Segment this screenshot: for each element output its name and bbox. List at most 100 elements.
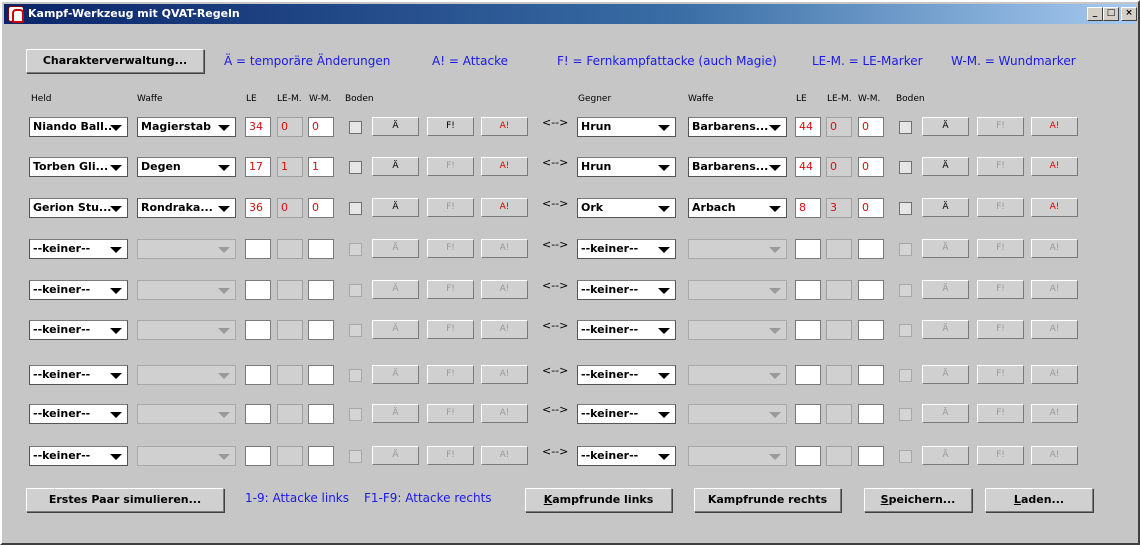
enemy-select[interactable]: --keiner-- xyxy=(577,320,676,340)
hero-wound-marker-field[interactable]: 0 xyxy=(308,117,334,137)
hero-boden-checkbox[interactable] xyxy=(349,121,362,134)
hero-select[interactable]: --keiner-- xyxy=(29,239,128,259)
hero-weapon-select[interactable]: Degen xyxy=(137,157,236,177)
hero-le-field[interactable] xyxy=(245,320,271,340)
enemy-select[interactable]: --keiner-- xyxy=(577,404,676,424)
enemy-le-field[interactable] xyxy=(795,320,821,340)
enemy-attack-button[interactable]: A! xyxy=(1031,198,1078,217)
legend-le-marker: LE-M. = LE-Marker xyxy=(812,54,923,68)
enemy-le-field[interactable] xyxy=(795,446,821,466)
hero-weapon-select[interactable]: Rondraka... xyxy=(137,198,236,218)
enemy-select[interactable]: Hrun xyxy=(577,157,676,177)
enemy-change-button[interactable]: Ä xyxy=(922,157,969,176)
hero-le-field[interactable] xyxy=(245,280,271,300)
hero-le-field[interactable]: 17 xyxy=(245,157,271,177)
chevron-down-icon xyxy=(658,165,670,171)
enemy-wound-marker-field[interactable]: 0 xyxy=(858,117,884,137)
enemy-weapon-select[interactable]: Barbarens... xyxy=(688,117,787,137)
hero-le-field[interactable] xyxy=(245,239,271,259)
combat-round-right-button[interactable]: Kampfrunde rechts xyxy=(694,488,841,512)
hero-select[interactable]: Niando Ball... xyxy=(29,117,128,137)
enemy-weapon-select[interactable]: Arbach xyxy=(688,198,787,218)
hero-select[interactable]: Gerion Stu... xyxy=(29,198,128,218)
hero-select[interactable]: --keiner-- xyxy=(29,404,128,424)
load-button[interactable]: Laden... xyxy=(985,488,1093,512)
enemy-le-field[interactable]: 44 xyxy=(795,117,821,137)
hero-attack-button[interactable]: A! xyxy=(481,157,528,176)
hero-weapon-select-value: Magierstab xyxy=(141,120,212,133)
hero-le-field[interactable]: 34 xyxy=(245,117,271,137)
enemy-select[interactable]: Ork xyxy=(577,198,676,218)
enemy-select[interactable]: --keiner-- xyxy=(577,280,676,300)
header-w-m-enemy: W-M. xyxy=(858,94,881,104)
enemy-le-field[interactable]: 44 xyxy=(795,157,821,177)
maximize-button[interactable]: □ xyxy=(1103,7,1119,21)
enemy-weapon-select xyxy=(688,239,787,259)
enemy-wound-marker-field[interactable] xyxy=(858,280,884,300)
enemy-change-button[interactable]: Ä xyxy=(922,117,969,136)
enemy-select[interactable]: --keiner-- xyxy=(577,446,676,466)
enemy-boden-checkbox[interactable] xyxy=(899,161,912,174)
enemy-le-field[interactable] xyxy=(795,280,821,300)
header-le: LE xyxy=(246,94,257,104)
enemy-select[interactable]: Hrun xyxy=(577,117,676,137)
hero-wound-marker-field[interactable] xyxy=(308,280,334,300)
hero-wound-marker-field[interactable]: 1 xyxy=(308,157,334,177)
enemy-select[interactable]: --keiner-- xyxy=(577,365,676,385)
hero-wound-marker-field[interactable] xyxy=(308,404,334,424)
enemy-le-field[interactable]: 8 xyxy=(795,198,821,218)
enemy-wound-marker-field[interactable] xyxy=(858,365,884,385)
hero-boden-checkbox[interactable] xyxy=(349,202,362,215)
hero-select[interactable]: Torben Gli... xyxy=(29,157,128,177)
enemy-wound-marker-field[interactable] xyxy=(858,239,884,259)
enemy-weapon-select[interactable]: Barbarens... xyxy=(688,157,787,177)
hero-change-button[interactable]: Ä xyxy=(372,198,419,217)
hero-select[interactable]: --keiner-- xyxy=(29,446,128,466)
hero-select[interactable]: --keiner-- xyxy=(29,320,128,340)
enemy-select[interactable]: --keiner-- xyxy=(577,239,676,259)
hero-le-field[interactable]: 36 xyxy=(245,198,271,218)
simulate-first-pair-button[interactable]: Erstes Paar simulieren... xyxy=(26,488,224,512)
title-bar[interactable]: Kampf-Werkzeug mit QVAT-Regeln _ □ × xyxy=(4,4,1137,24)
enemy-boden-checkbox[interactable] xyxy=(899,121,912,134)
hero-wound-marker-field[interactable] xyxy=(308,365,334,385)
hero-weapon-select[interactable]: Magierstab xyxy=(137,117,236,137)
hero-weapon-select xyxy=(137,239,236,259)
hero-le-field[interactable] xyxy=(245,365,271,385)
enemy-le-field[interactable] xyxy=(795,239,821,259)
hero-wound-marker-field[interactable]: 0 xyxy=(308,198,334,218)
enemy-le-field[interactable] xyxy=(795,365,821,385)
hero-attack-button[interactable]: A! xyxy=(481,117,528,136)
hero-select[interactable]: --keiner-- xyxy=(29,365,128,385)
enemy-change-button[interactable]: Ä xyxy=(922,198,969,217)
enemy-wound-marker-field[interactable] xyxy=(858,404,884,424)
character-management-button[interactable]: Charakterverwaltung... xyxy=(26,49,204,73)
enemy-wound-marker-field[interactable] xyxy=(858,320,884,340)
hero-boden-checkbox[interactable] xyxy=(349,161,362,174)
close-button[interactable]: × xyxy=(1121,7,1137,21)
enemy-attack-button[interactable]: A! xyxy=(1031,117,1078,136)
hero-attack-button[interactable]: A! xyxy=(481,198,528,217)
hero-change-button[interactable]: Ä xyxy=(372,157,419,176)
hero-wound-marker-field[interactable] xyxy=(308,446,334,466)
enemy-le-field[interactable] xyxy=(795,404,821,424)
enemy-wound-marker-field[interactable] xyxy=(858,446,884,466)
hero-le-field[interactable] xyxy=(245,404,271,424)
hero-le-field[interactable] xyxy=(245,446,271,466)
chevron-down-icon xyxy=(218,206,230,212)
save-button[interactable]: Speichern... xyxy=(864,488,972,512)
hero-select[interactable]: --keiner-- xyxy=(29,280,128,300)
app-icon xyxy=(8,6,24,23)
hero-change-button[interactable]: Ä xyxy=(372,117,419,136)
hero-wound-marker-field[interactable] xyxy=(308,239,334,259)
hero-wound-marker-field[interactable] xyxy=(308,320,334,340)
enemy-attack-button[interactable]: A! xyxy=(1031,157,1078,176)
combat-round-left-button[interactable]: Kampfrunde links xyxy=(525,488,672,512)
enemy-wound-marker-field[interactable]: 0 xyxy=(858,157,884,177)
minimize-button[interactable]: _ xyxy=(1087,7,1103,21)
enemy-wound-marker-field[interactable]: 0 xyxy=(858,198,884,218)
enemy-boden-checkbox[interactable] xyxy=(899,202,912,215)
chevron-down-icon xyxy=(110,412,122,418)
hero-ranged-attack-button[interactable]: F! xyxy=(427,117,474,136)
enemy-ranged-attack-button: F! xyxy=(977,404,1024,423)
